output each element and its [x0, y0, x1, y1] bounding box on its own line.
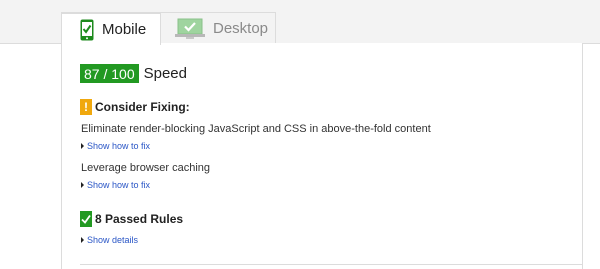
tab-mobile-label: Mobile: [102, 21, 147, 38]
expand-triangle-icon: [81, 143, 84, 149]
tab-desktop-label: Desktop: [213, 20, 269, 37]
link-label: Show how to fix: [87, 141, 151, 151]
score-label: Speed: [143, 65, 187, 82]
score-badge: 87 / 100: [80, 64, 139, 83]
link-label: Show how to fix: [87, 180, 151, 190]
passed-rules-title: 8 Passed Rules: [95, 212, 184, 226]
panel-divider: [80, 264, 583, 265]
link-label: Show details: [87, 235, 139, 245]
tab-desktop[interactable]: Desktop: [161, 12, 276, 44]
show-how-to-fix-link[interactable]: Show how to fix: [81, 141, 150, 151]
rule-text: Leverage browser caching: [81, 162, 211, 174]
check-icon: [80, 211, 92, 227]
warning-icon: !: [80, 99, 92, 115]
check-mark-icon: [81, 214, 91, 224]
monitor-check-icon: [175, 18, 205, 39]
speed-score: 87 / 100 Speed: [80, 64, 187, 83]
passed-rules-header: 8 Passed Rules: [80, 211, 183, 227]
expand-triangle-icon: [81, 237, 84, 243]
rule-text: Eliminate render-blocking JavaScript and…: [81, 123, 431, 135]
show-how-to-fix-link[interactable]: Show how to fix: [81, 180, 150, 190]
consider-fixing-title: Consider Fixing:: [95, 100, 190, 114]
expand-triangle-icon: [81, 182, 84, 188]
phone-check-icon: [80, 19, 94, 40]
tab-mobile[interactable]: Mobile: [61, 12, 161, 45]
show-details-link[interactable]: Show details: [81, 235, 138, 245]
consider-fixing-header: ! Consider Fixing:: [80, 99, 190, 115]
